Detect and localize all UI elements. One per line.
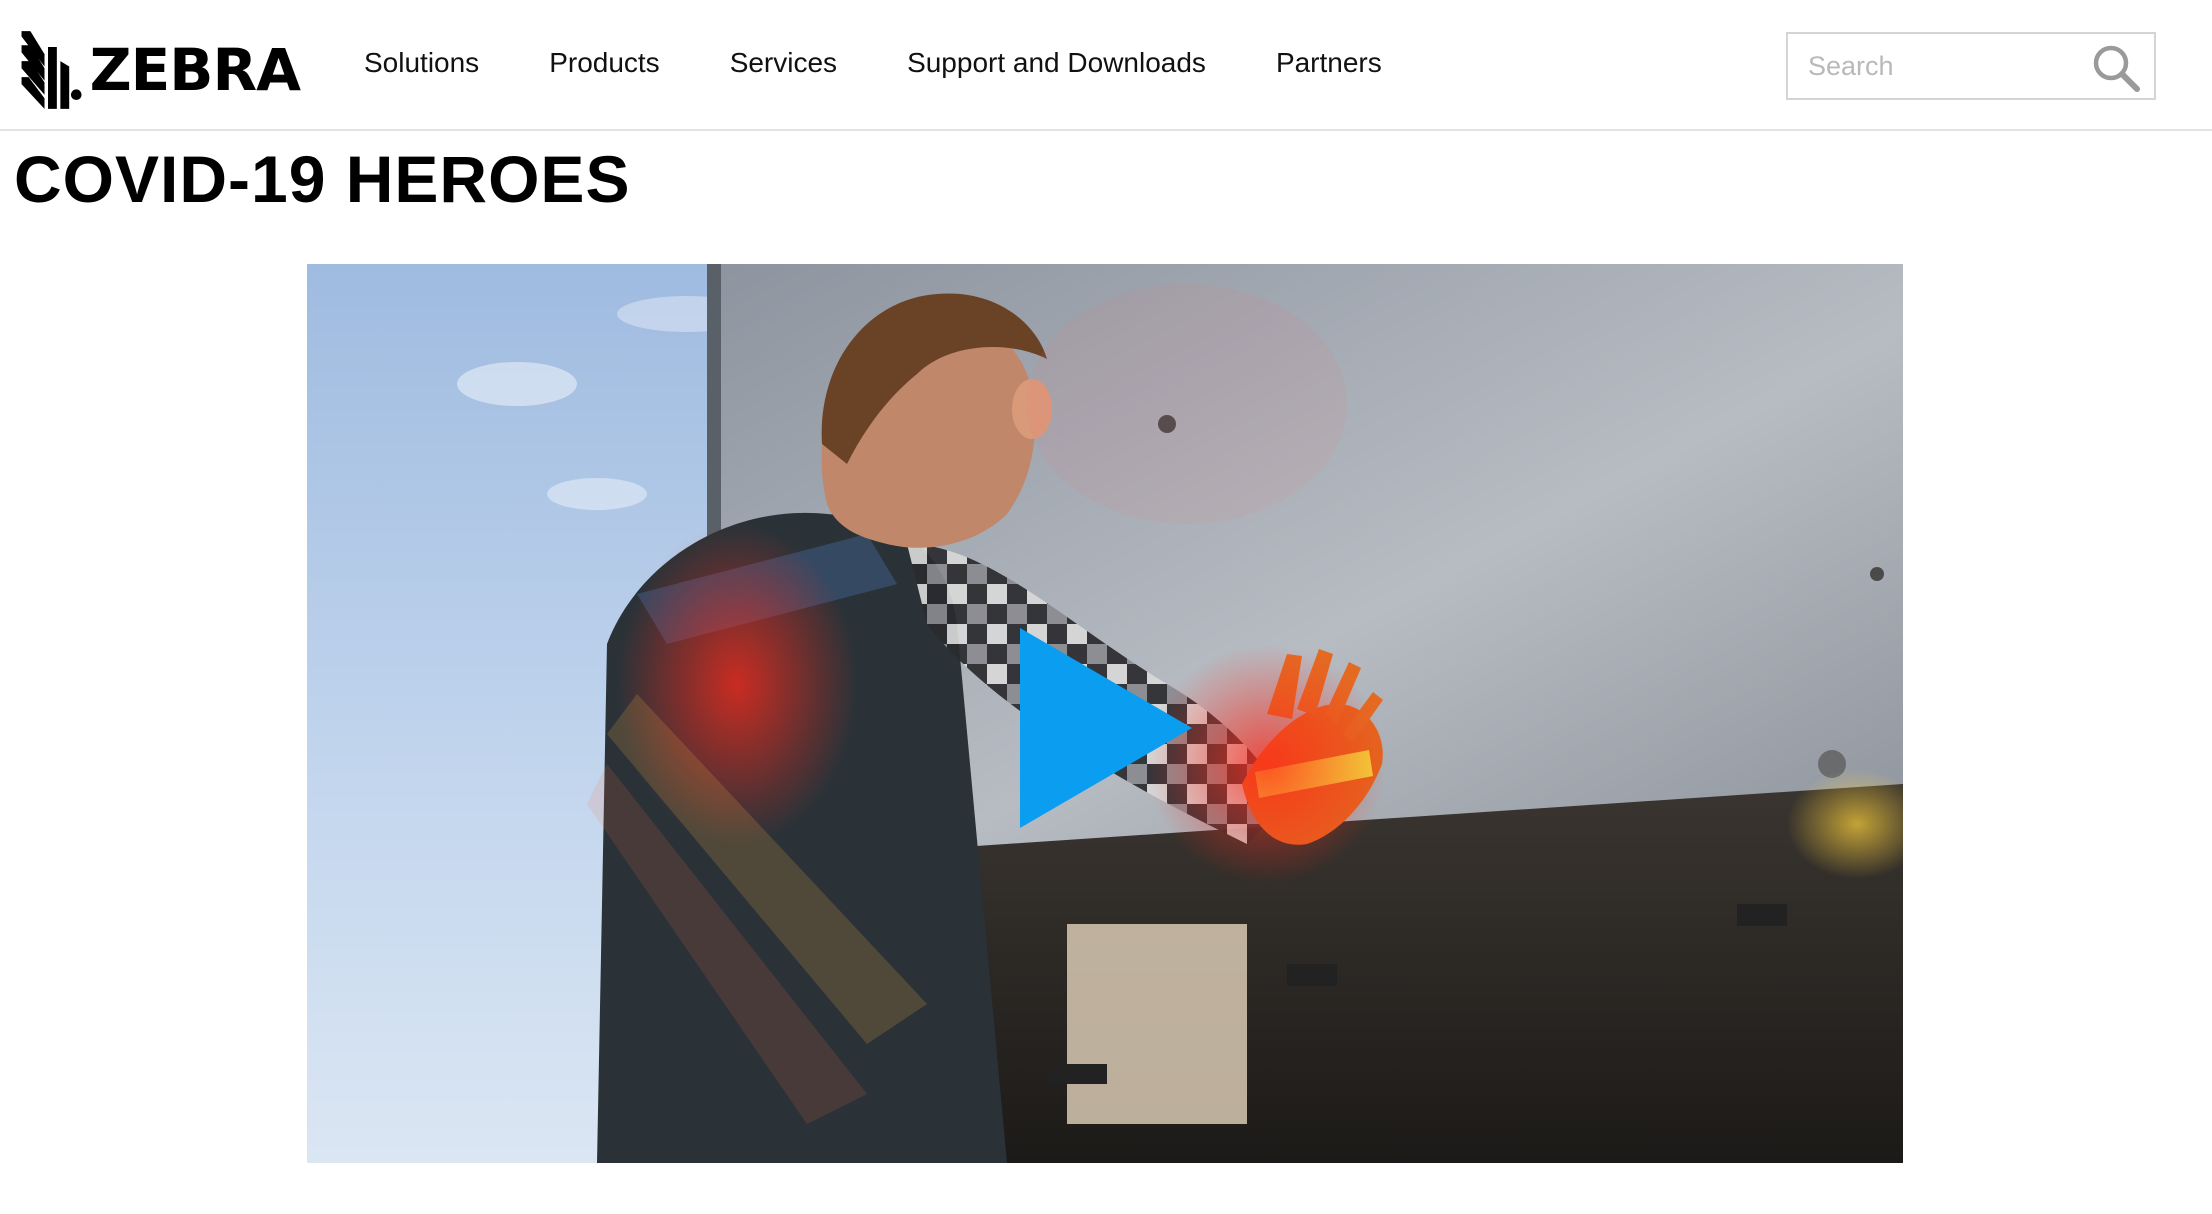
search-box bbox=[1786, 32, 2156, 100]
search-icon[interactable] bbox=[2090, 42, 2142, 94]
logo-wordmark: ZEBRA bbox=[89, 36, 301, 104]
zebra-head-icon bbox=[21, 31, 82, 109]
video-player[interactable] bbox=[307, 264, 1903, 1163]
nav-item-support-and-downloads[interactable]: Support and Downloads bbox=[907, 47, 1206, 79]
page-title: COVID-19 HEROES bbox=[14, 142, 631, 216]
main-nav: Solutions Products Services Support and … bbox=[364, 0, 1452, 126]
nav-item-solutions[interactable]: Solutions bbox=[364, 47, 479, 79]
nav-item-partners[interactable]: Partners bbox=[1276, 47, 1382, 79]
zebra-logo[interactable]: ZEBRA bbox=[18, 22, 301, 118]
site-header: ZEBRA Solutions Products Services Suppor… bbox=[0, 0, 2212, 131]
search-input[interactable] bbox=[1788, 34, 2088, 98]
nav-item-services[interactable]: Services bbox=[730, 47, 837, 79]
nav-item-products[interactable]: Products bbox=[549, 47, 660, 79]
play-icon[interactable] bbox=[1020, 628, 1192, 828]
